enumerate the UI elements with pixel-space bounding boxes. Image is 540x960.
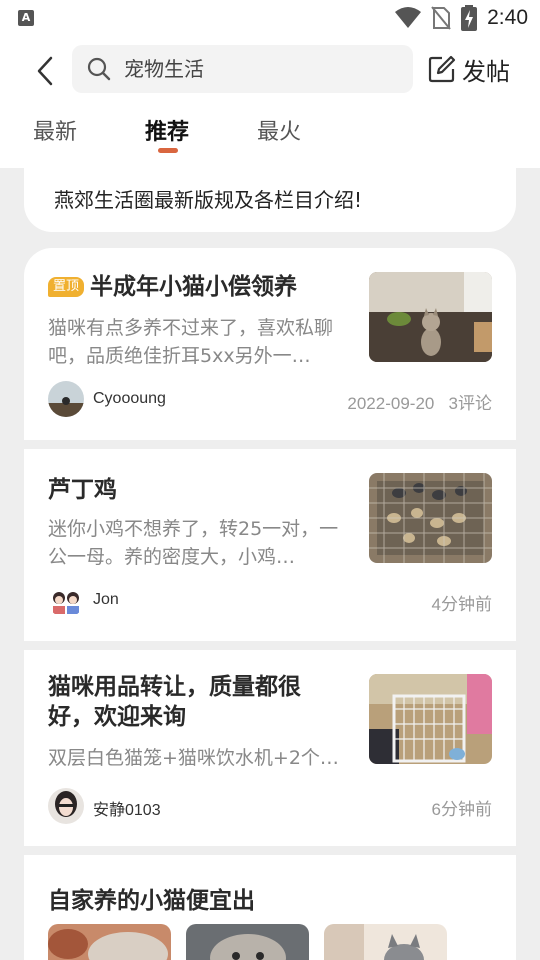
post-card[interactable]: 猫咪用品转让，质量都很好，欢迎来询 双层白色猫笼+猫咪饮水机+2个… 安静010…: [24, 650, 516, 846]
back-button[interactable]: [28, 54, 62, 88]
post-date: 2022-09-20: [347, 394, 435, 413]
notice-banner[interactable]: 燕郊生活圈最新版规及各栏目介绍!: [24, 168, 516, 232]
post-description: 猫咪有点多养不过来了，喜欢私聊吧，品质绝佳折耳5xx另外一…: [48, 317, 334, 367]
post-thumbnail-chicks: [369, 473, 492, 563]
post-title-text: 半成年小猫小偿领养: [90, 274, 298, 300]
post-thumbnail-cat-cage: [369, 674, 492, 764]
battery-charging-icon: [461, 5, 478, 31]
author-name[interactable]: 安静0103: [93, 796, 161, 820]
status-icons: 2:40: [395, 5, 528, 31]
post-meta: 2022-09-20 3评论: [347, 389, 492, 414]
header: 宠物生活 发帖 最新 推荐 最火: [0, 36, 540, 168]
tab-hottest[interactable]: 最火: [257, 114, 301, 146]
post-time: 6分钟前: [431, 800, 492, 819]
post-description: 双层白色猫笼+猫咪饮水机+2个…: [48, 747, 339, 769]
tab-latest[interactable]: 最新: [33, 114, 77, 146]
author-name[interactable]: Jon: [93, 591, 119, 609]
post-title: 自家养的小猫便宜出: [48, 888, 255, 914]
avatar[interactable]: [48, 381, 84, 417]
tab-bar: 最新 推荐 最火: [0, 110, 540, 162]
post-image-kitten-2: [186, 924, 309, 960]
post-card[interactable]: 自家养的小猫便宜出: [24, 855, 516, 960]
post-card[interactable]: 置顶 半成年小猫小偿领养 猫咪有点多养不过来了，喜欢私聊吧，品质绝佳折耳5xx另外…: [24, 248, 516, 440]
post-card[interactable]: 芦丁鸡 迷你小鸡不想养了，转25一对，一公一母。养的密度大，小鸡… Jon 4分…: [24, 449, 516, 641]
pinned-badge: 置顶: [48, 277, 85, 297]
post-title: 芦丁鸡: [48, 477, 117, 503]
post-button[interactable]: 发帖: [428, 50, 510, 88]
search-input[interactable]: 宠物生活: [72, 45, 413, 93]
post-thumbnail-kitten: [369, 272, 492, 362]
search-query: 宠物生活: [124, 57, 204, 81]
notice-text: 燕郊生活圈最新版规及各栏目介绍!: [54, 188, 363, 212]
post-image-kitten-3: [324, 924, 447, 960]
no-sim-icon: [431, 6, 451, 30]
wifi-icon: [395, 7, 422, 28]
tab-recommended[interactable]: 推荐: [145, 114, 189, 146]
edit-icon: [428, 55, 456, 83]
post-image-kitten-1: [48, 924, 171, 960]
back-arrow-icon: [37, 56, 53, 86]
post-title: 猫咪用品转让，质量都很好，欢迎来询: [48, 674, 301, 730]
post-description: 迷你小鸡不想养了，转25一对，一公一母。养的密度大，小鸡…: [48, 518, 339, 568]
search-icon: [87, 57, 111, 81]
post-button-label: 发帖: [462, 57, 510, 86]
app-notification-icon: A: [18, 10, 34, 26]
status-bar: A 2:40: [0, 0, 540, 36]
post-time: 4分钟前: [431, 595, 492, 614]
comment-count: 3评论: [448, 394, 492, 413]
author-name[interactable]: Cyoooung: [93, 390, 166, 408]
avatar[interactable]: [48, 582, 84, 618]
avatar[interactable]: [48, 788, 84, 824]
active-tab-indicator: [158, 148, 178, 153]
status-time: 2:40: [487, 6, 528, 29]
post-title: 置顶 半成年小猫小偿领养: [48, 272, 358, 302]
